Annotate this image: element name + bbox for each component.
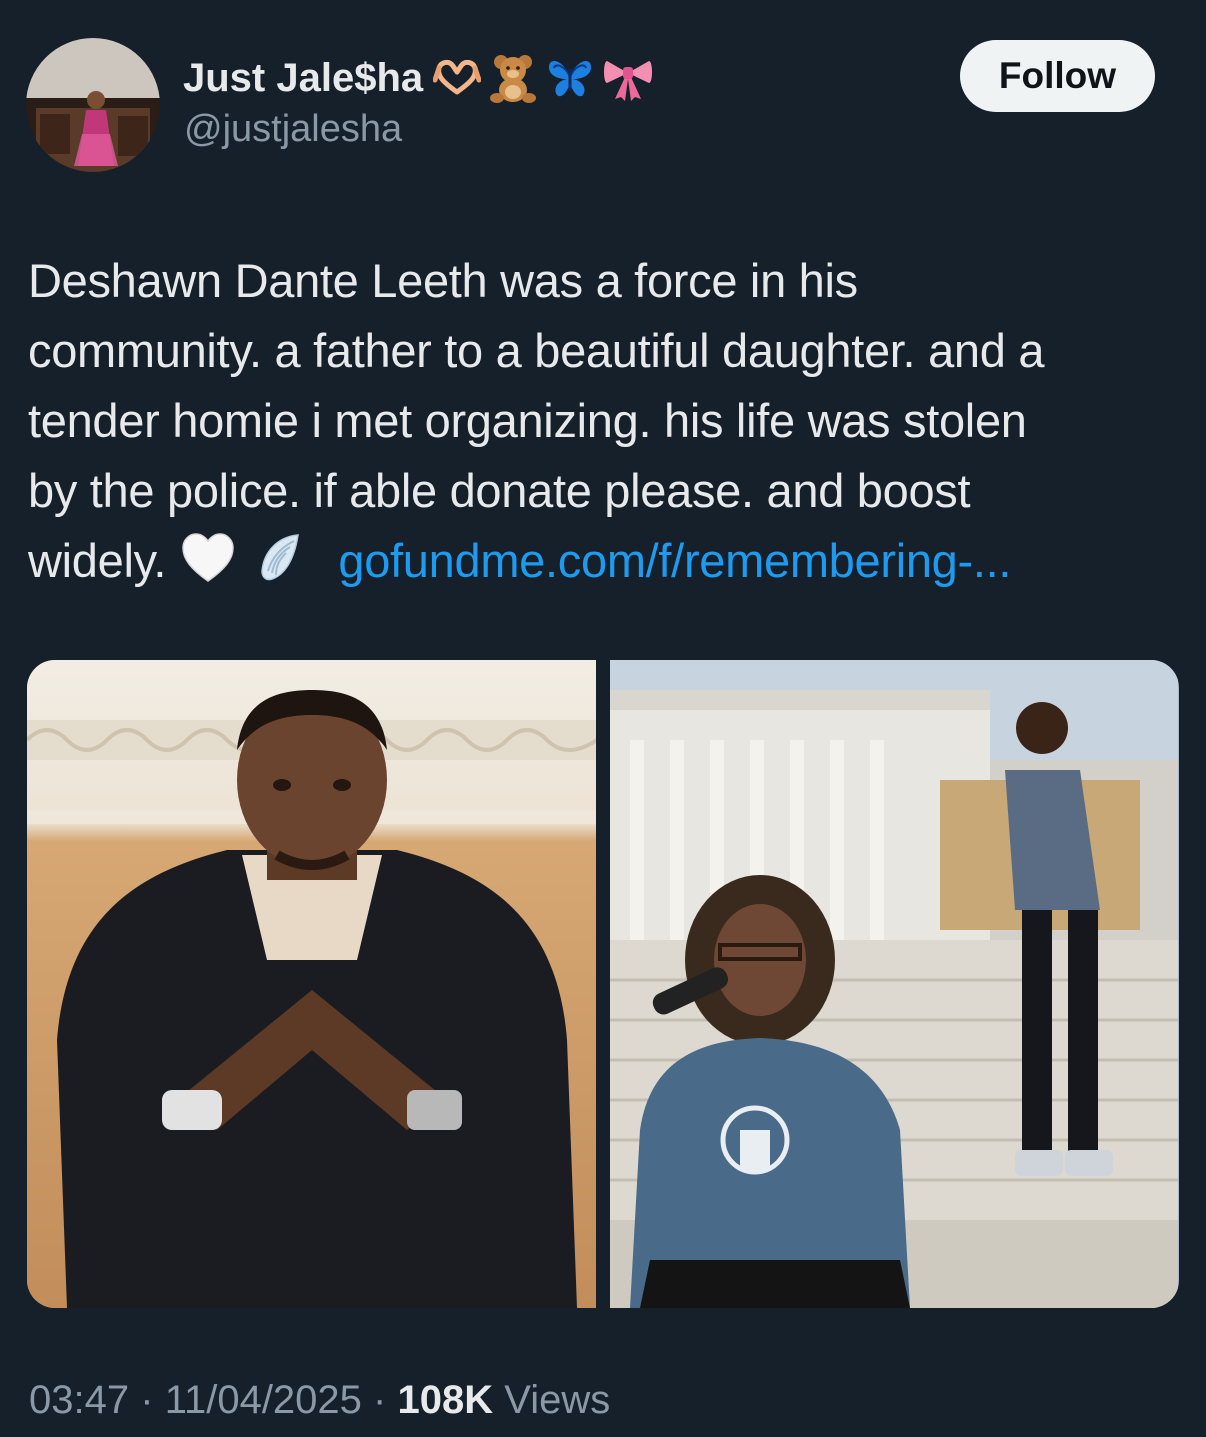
gofundme-link[interactable]: gofundme.com/f/remembering-... <box>338 534 1011 587</box>
heart-hands-icon <box>433 59 482 95</box>
tweet-time[interactable]: 03:47 <box>29 1378 129 1422</box>
wing-icon <box>260 534 299 581</box>
views-count: 108K <box>397 1378 494 1422</box>
display-name-text: Just Jale$ha <box>183 55 424 100</box>
butterfly-icon <box>549 61 592 97</box>
media-grid <box>27 660 1179 1308</box>
display-name[interactable]: Just Jale$ha <box>183 52 655 104</box>
portrait-photo[interactable] <box>27 660 596 1308</box>
avatar[interactable] <box>26 38 160 172</box>
meta-separator: · <box>373 1378 387 1422</box>
views-label: Views <box>504 1378 611 1422</box>
tweet-meta: 03:47 · 11/04/2025 · 108K Views <box>29 1378 610 1423</box>
tweet-line: by the police. if able donate please. an… <box>28 464 971 517</box>
rally-photo[interactable] <box>610 660 1179 1308</box>
follow-button[interactable]: Follow <box>960 40 1155 112</box>
name-emojis <box>433 52 655 104</box>
meta-separator: · <box>140 1378 154 1422</box>
tweet-line: community. a father to a beautiful daugh… <box>28 324 1045 377</box>
tweet-date[interactable]: 11/04/2025 <box>165 1378 362 1422</box>
teddy-bear-icon <box>490 55 537 103</box>
tweet-line: Deshawn Dante Leeth was a force in his <box>28 254 858 307</box>
tweet-line: tender homie i met organizing. his life … <box>28 394 1027 447</box>
tweet-text: Deshawn Dante Leeth was a force in his c… <box>28 246 1178 596</box>
tweet-line-last: widely. gofundme.com/f/remembering-... <box>28 526 1178 596</box>
white-heart-icon <box>182 533 234 582</box>
tweet-card: Just Jale$ha @justjalesha Follow Deshawn… <box>0 0 1206 1437</box>
ribbon-icon <box>604 61 653 101</box>
tweet-line-text: widely. <box>28 534 167 587</box>
author-handle[interactable]: @justjalesha <box>184 108 402 151</box>
